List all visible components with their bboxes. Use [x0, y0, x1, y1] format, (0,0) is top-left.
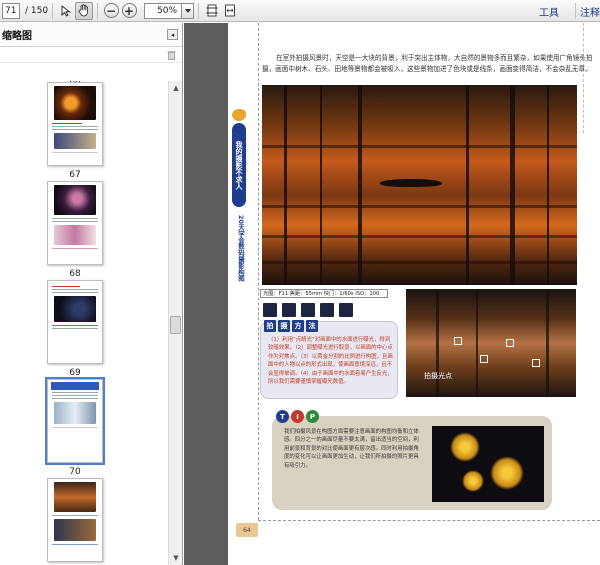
zoom-level-field[interactable]: 50%	[144, 2, 183, 19]
toolbar-right: 工具 注释	[539, 0, 600, 22]
scrollbar-thumb[interactable]	[170, 316, 181, 334]
thumbnail-text-line	[52, 427, 98, 428]
zoom-out-icon: −	[103, 3, 119, 18]
photo-callout-label: 拍摄光点	[424, 372, 452, 380]
star-icon	[339, 303, 353, 317]
thumbnail-text-line	[52, 544, 98, 545]
page-number-input[interactable]: 71	[2, 2, 20, 19]
thumbnail-text-line	[52, 292, 98, 293]
thumbnail-image	[54, 296, 96, 322]
collapse-panel-button[interactable]: ◂	[167, 29, 178, 40]
thumbnail-image	[54, 86, 96, 120]
chevron-down-icon	[184, 8, 191, 13]
mountain-icon	[301, 303, 315, 317]
document-page: 我的摄影不求人 20天学会数码摄影构图 在室外拍摄风景时，天空是一大块的背景，利…	[228, 23, 600, 565]
toolbar: 71 / 150 − + 50% 工具 注释	[0, 0, 600, 22]
flower-icon	[320, 303, 334, 317]
select-arrow-icon[interactable]	[57, 2, 75, 20]
flowers-photo	[432, 426, 544, 502]
thumbnail-label: 68	[69, 269, 81, 279]
thumbnail-text-line	[52, 398, 98, 399]
thumbnail-text-line	[52, 395, 98, 396]
thumbnail-image	[54, 482, 96, 512]
page-number-tag: 64	[236, 523, 258, 537]
page-total: / 150	[25, 5, 49, 16]
thumbnails-title: 缩略图	[2, 31, 32, 42]
thumbnail-label: 67	[69, 170, 81, 180]
tools-link[interactable]: 工具	[539, 4, 559, 19]
toolbar-divider	[198, 2, 200, 19]
shooting-tips-title: 拍 摄 方 法	[264, 320, 318, 332]
shooting-mode-icons	[263, 303, 353, 317]
thumbnail-heading-bar	[51, 382, 99, 390]
page-margin-guide	[258, 23, 259, 520]
thumbnail-label: 69	[69, 368, 81, 378]
side-badge: 我的摄影不求人	[232, 123, 246, 207]
tip-box: 我们拍摄风景在构图方面需要注意画面的构图均衡和立体感。四分之一的画面尽量不要太满…	[272, 416, 552, 510]
sun-icon	[263, 303, 277, 317]
zoom-in-button[interactable]: +	[120, 2, 138, 20]
thumbnail-image	[54, 519, 96, 541]
thumbnails-options-bar	[0, 47, 182, 63]
thumbnail-page[interactable]	[47, 181, 103, 265]
document-view[interactable]: 我的摄影不求人 20天学会数码摄影构图 在室外拍摄风景时，天空是一大块的背景，利…	[184, 23, 600, 565]
shooting-tips-box: 拍 摄 方 法 （1）利用“点睛光”对画面中的水面进行曝光，得到较暗效果。（2）…	[260, 320, 398, 399]
toolbar-divider	[575, 3, 576, 19]
thumbnail-heading-line	[52, 123, 82, 124]
page-margin-guide	[583, 23, 584, 133]
toolbar-divider	[52, 2, 54, 19]
zoom-out-button[interactable]: −	[102, 2, 120, 20]
shooting-tips-text: （1）利用“点睛光”对画面中的水面进行曝光，得到较暗效果。（2）调整曝光进行取景…	[268, 337, 393, 386]
thumbnail-text-line	[52, 515, 98, 516]
thumbnail-list: 66 67 68 69	[0, 81, 168, 565]
thumbnail-text-line	[52, 248, 98, 249]
trash-icon[interactable]	[167, 50, 176, 60]
lake-sunset-photo	[262, 85, 577, 285]
comments-link[interactable]: 注释	[580, 4, 600, 19]
scroll-down-icon[interactable]: ▼	[171, 553, 181, 563]
toolbar-divider	[97, 2, 99, 19]
thumbnail-text-line	[52, 221, 98, 222]
boat-silhouette	[380, 179, 442, 187]
tip-text: 我们拍摄风景在构图方面需要注意画面的构图均衡和立体感。四分之一的画面尽量不要太满…	[284, 429, 419, 469]
tip-label: T I P	[276, 410, 319, 423]
thumbnail-text-line	[52, 129, 98, 130]
scroll-up-icon[interactable]: ▲	[171, 83, 181, 93]
hand-icon[interactable]	[75, 1, 94, 20]
thumbnail-page[interactable]	[47, 478, 103, 562]
thumbnail-page[interactable]	[47, 82, 103, 166]
thumbnail-heading-line	[52, 286, 80, 287]
fit-page-icon[interactable]	[203, 2, 221, 20]
zoom-in-icon: +	[121, 3, 137, 18]
thumbnail-text-line	[52, 152, 98, 153]
thumbnails-panel-header: 缩略图 ◂	[0, 23, 182, 47]
thumbnails-panel: 缩略图 ◂ 66 67 68	[0, 23, 183, 565]
thumbnail-text-line	[52, 328, 98, 329]
thumbnails-scrollbar[interactable]: ▲ ▼	[168, 81, 182, 565]
side-subtitle: 20天学会数码摄影构图	[237, 215, 245, 282]
thumbnail-text-line	[52, 126, 98, 127]
exif-caption: 光圈：F11 焦距：55mm 快门：1/60s ISO：100	[260, 289, 388, 298]
thumbnail-page-selected[interactable]	[45, 377, 105, 465]
thumbnail-page[interactable]	[47, 280, 103, 364]
thumbnail-image	[54, 185, 96, 215]
thumbnail-text-line	[52, 218, 98, 219]
thumbnail-image	[54, 225, 96, 245]
page-margin-guide	[258, 520, 600, 521]
thumbnail-label: 70	[69, 467, 81, 477]
thumbnail-text-line	[52, 392, 98, 393]
bird-mascot-icon	[232, 109, 246, 121]
thumbnail-text-line	[52, 325, 98, 326]
landscape-icon	[282, 303, 296, 317]
zoom-dropdown-button[interactable]	[182, 2, 195, 19]
intro-paragraph: 在室外拍摄风景时，天空是一大块的背景，利于突出主体物，大自然的景物多而且繁杂，如…	[262, 54, 593, 73]
thumbnail-text-line	[52, 289, 98, 290]
thumbnail-image	[54, 133, 96, 149]
thumbnail-image	[54, 402, 96, 424]
fit-width-icon[interactable]	[221, 2, 239, 20]
